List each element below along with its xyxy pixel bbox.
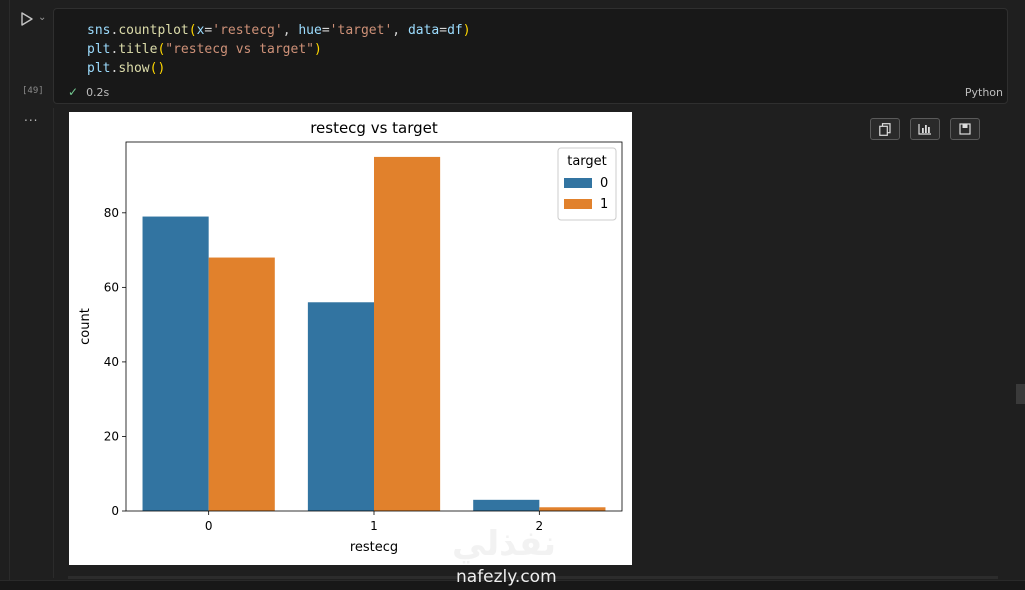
token: df	[447, 23, 463, 38]
bar-0-1	[208, 257, 275, 511]
execution-count: [49]	[22, 86, 44, 96]
code-line-1: sns.countplot(x='restecg', hue='target',…	[87, 23, 471, 38]
y-tick-label: 40	[104, 355, 119, 369]
cell-status: ✓ 0.2s	[68, 85, 109, 99]
y-tick-label: 0	[111, 504, 119, 518]
code-line-3: plt.show()	[87, 61, 166, 76]
open-plot-button[interactable]	[910, 118, 940, 140]
code-line-2: plt.title("restecg vs target")	[87, 42, 322, 57]
output-border	[53, 108, 54, 578]
legend-label-1: 1	[600, 197, 608, 212]
bar-1-0	[307, 302, 374, 511]
token: 'target'	[329, 23, 393, 38]
x-axis-label: restecg	[350, 540, 398, 555]
bar-2-0	[473, 499, 540, 511]
copy-output-button[interactable]	[870, 118, 900, 140]
y-tick-label: 80	[104, 206, 119, 220]
token: plt	[87, 61, 111, 76]
copy-icon	[879, 122, 891, 136]
token: sns	[87, 23, 111, 38]
code-editor[interactable]: sns.countplot(x='restecg', hue='target',…	[87, 21, 471, 78]
save-icon	[959, 123, 971, 135]
save-output-button[interactable]	[950, 118, 980, 140]
legend-swatch-1	[564, 199, 592, 209]
editor-gutter-line	[9, 0, 10, 589]
countplot-chart: restecg vs target0 1 2020406080restecgcoun…	[78, 119, 623, 555]
watermark-arabic: نفذلي	[452, 524, 557, 564]
run-cell-icon[interactable]	[18, 10, 36, 28]
plot-output: restecg vs target 0 1 2 0 20 40 60 80 restecg coun…	[69, 112, 632, 565]
x-tick-label: 1	[370, 519, 378, 533]
bar-0-0	[142, 216, 209, 511]
bar-2-1	[539, 507, 606, 511]
chart-icon	[918, 124, 931, 135]
execution-time: 0.2s	[86, 85, 110, 99]
y-tick-label: 20	[104, 429, 119, 443]
token: data	[407, 23, 440, 38]
success-check-icon: ✓	[68, 85, 79, 99]
bar-1-1	[374, 156, 441, 511]
chart-title: restecg vs target	[310, 119, 438, 137]
token: 'restecg'	[212, 23, 283, 38]
output-more-icon[interactable]: ...	[24, 110, 38, 124]
token: show	[118, 61, 150, 76]
y-tick-label: 60	[104, 280, 119, 294]
code-cell[interactable]: sns.countplot(x='restecg', hue='target',…	[53, 8, 1008, 104]
legend-swatch-0	[564, 178, 592, 188]
y-axis-label: count	[78, 308, 93, 345]
cell-language-picker[interactable]: Python	[965, 86, 1003, 99]
vertical-scrollbar-thumb[interactable]	[1016, 384, 1025, 404]
run-options-chevron-icon[interactable]: ⌄	[38, 12, 46, 23]
token: "restecg vs target"	[165, 42, 314, 57]
token: title	[118, 42, 158, 57]
token: plt	[87, 42, 111, 57]
x-tick-label: 0	[205, 519, 213, 533]
token: hue	[298, 23, 322, 38]
legend-label-0: 0	[600, 176, 608, 191]
watermark-url: nafezly.com	[456, 567, 557, 587]
legend-title: target	[567, 154, 607, 169]
token: countplot	[118, 23, 189, 38]
